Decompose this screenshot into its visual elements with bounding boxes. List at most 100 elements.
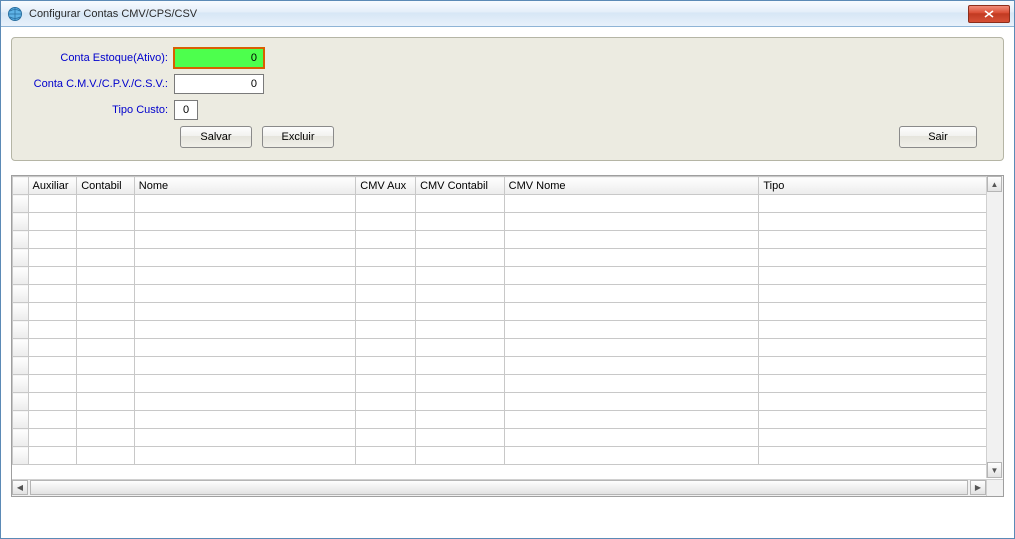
cell-cmv_contabil[interactable]: [416, 447, 505, 465]
cell-nome[interactable]: [134, 375, 355, 393]
cell-auxiliar[interactable]: [28, 195, 77, 213]
cell-contabil[interactable]: [77, 231, 135, 249]
grid-header-nome[interactable]: Nome: [134, 177, 355, 195]
table-row[interactable]: [13, 393, 1003, 411]
cell-cmv_nome[interactable]: [504, 303, 759, 321]
cell-nome[interactable]: [134, 303, 355, 321]
salvar-button[interactable]: Salvar: [180, 126, 252, 148]
row-header-cell[interactable]: [13, 213, 29, 231]
cell-nome[interactable]: [134, 195, 355, 213]
row-header-cell[interactable]: [13, 429, 29, 447]
row-header-cell[interactable]: [13, 321, 29, 339]
table-row[interactable]: [13, 411, 1003, 429]
cell-cmv_contabil[interactable]: [416, 321, 505, 339]
scroll-left-icon[interactable]: ◀: [12, 480, 28, 495]
excluir-button[interactable]: Excluir: [262, 126, 334, 148]
cell-cmv_nome[interactable]: [504, 249, 759, 267]
cell-contabil[interactable]: [77, 213, 135, 231]
sair-button[interactable]: Sair: [899, 126, 977, 148]
cell-contabil[interactable]: [77, 321, 135, 339]
cell-auxiliar[interactable]: [28, 447, 77, 465]
cell-auxiliar[interactable]: [28, 393, 77, 411]
table-row[interactable]: [13, 321, 1003, 339]
cell-cmv_contabil[interactable]: [416, 393, 505, 411]
cell-nome[interactable]: [134, 357, 355, 375]
horizontal-scrollbar[interactable]: ◀ ▶: [12, 479, 986, 496]
cell-cmv_nome[interactable]: [504, 267, 759, 285]
close-button[interactable]: [968, 5, 1010, 23]
scroll-down-icon[interactable]: ▼: [987, 462, 1002, 478]
cell-contabil[interactable]: [77, 285, 135, 303]
row-header-cell[interactable]: [13, 339, 29, 357]
table-row[interactable]: [13, 285, 1003, 303]
table-row[interactable]: [13, 249, 1003, 267]
cell-contabil[interactable]: [77, 393, 135, 411]
input-conta-estoque[interactable]: [174, 48, 264, 68]
cell-cmv_contabil[interactable]: [416, 213, 505, 231]
cell-cmv_aux[interactable]: [356, 339, 416, 357]
cell-cmv_nome[interactable]: [504, 393, 759, 411]
cell-cmv_contabil[interactable]: [416, 249, 505, 267]
cell-cmv_nome[interactable]: [504, 411, 759, 429]
cell-auxiliar[interactable]: [28, 339, 77, 357]
cell-auxiliar[interactable]: [28, 429, 77, 447]
cell-cmv_aux[interactable]: [356, 375, 416, 393]
cell-tipo[interactable]: [759, 411, 1003, 429]
cell-auxiliar[interactable]: [28, 375, 77, 393]
cell-cmv_contabil[interactable]: [416, 267, 505, 285]
cell-nome[interactable]: [134, 411, 355, 429]
cell-tipo[interactable]: [759, 249, 1003, 267]
cell-contabil[interactable]: [77, 429, 135, 447]
cell-contabil[interactable]: [77, 357, 135, 375]
cell-nome[interactable]: [134, 393, 355, 411]
cell-tipo[interactable]: [759, 375, 1003, 393]
table-row[interactable]: [13, 231, 1003, 249]
cell-tipo[interactable]: [759, 285, 1003, 303]
cell-auxiliar[interactable]: [28, 213, 77, 231]
cell-cmv_aux[interactable]: [356, 249, 416, 267]
cell-contabil[interactable]: [77, 267, 135, 285]
grid-header-tipo[interactable]: Tipo: [759, 177, 1003, 195]
cell-auxiliar[interactable]: [28, 357, 77, 375]
grid-header-contabil[interactable]: Contabil: [77, 177, 135, 195]
cell-tipo[interactable]: [759, 231, 1003, 249]
cell-cmv_nome[interactable]: [504, 321, 759, 339]
cell-tipo[interactable]: [759, 393, 1003, 411]
cell-cmv_nome[interactable]: [504, 447, 759, 465]
row-header-cell[interactable]: [13, 285, 29, 303]
cell-auxiliar[interactable]: [28, 249, 77, 267]
grid-header-auxiliar[interactable]: Auxiliar: [28, 177, 77, 195]
cell-auxiliar[interactable]: [28, 303, 77, 321]
cell-nome[interactable]: [134, 249, 355, 267]
cell-auxiliar[interactable]: [28, 285, 77, 303]
cell-cmv_contabil[interactable]: [416, 231, 505, 249]
row-header-cell[interactable]: [13, 267, 29, 285]
table-row[interactable]: [13, 429, 1003, 447]
cell-cmv_aux[interactable]: [356, 195, 416, 213]
cell-cmv_nome[interactable]: [504, 195, 759, 213]
cell-auxiliar[interactable]: [28, 231, 77, 249]
cell-contabil[interactable]: [77, 249, 135, 267]
row-header-cell[interactable]: [13, 303, 29, 321]
grid-header-cmv-aux[interactable]: CMV Aux: [356, 177, 416, 195]
cell-contabil[interactable]: [77, 195, 135, 213]
cell-cmv_aux[interactable]: [356, 429, 416, 447]
row-header-cell[interactable]: [13, 195, 29, 213]
vertical-scrollbar[interactable]: ▲ ▼: [986, 176, 1003, 478]
cell-nome[interactable]: [134, 339, 355, 357]
cell-tipo[interactable]: [759, 213, 1003, 231]
cell-cmv_aux[interactable]: [356, 285, 416, 303]
cell-contabil[interactable]: [77, 303, 135, 321]
table-row[interactable]: [13, 195, 1003, 213]
table-row[interactable]: [13, 339, 1003, 357]
cell-nome[interactable]: [134, 285, 355, 303]
cell-nome[interactable]: [134, 213, 355, 231]
cell-nome[interactable]: [134, 321, 355, 339]
cell-tipo[interactable]: [759, 357, 1003, 375]
cell-cmv_nome[interactable]: [504, 285, 759, 303]
cell-cmv_contabil[interactable]: [416, 285, 505, 303]
cell-nome[interactable]: [134, 447, 355, 465]
cell-auxiliar[interactable]: [28, 411, 77, 429]
cell-cmv_aux[interactable]: [356, 267, 416, 285]
cell-tipo[interactable]: [759, 429, 1003, 447]
